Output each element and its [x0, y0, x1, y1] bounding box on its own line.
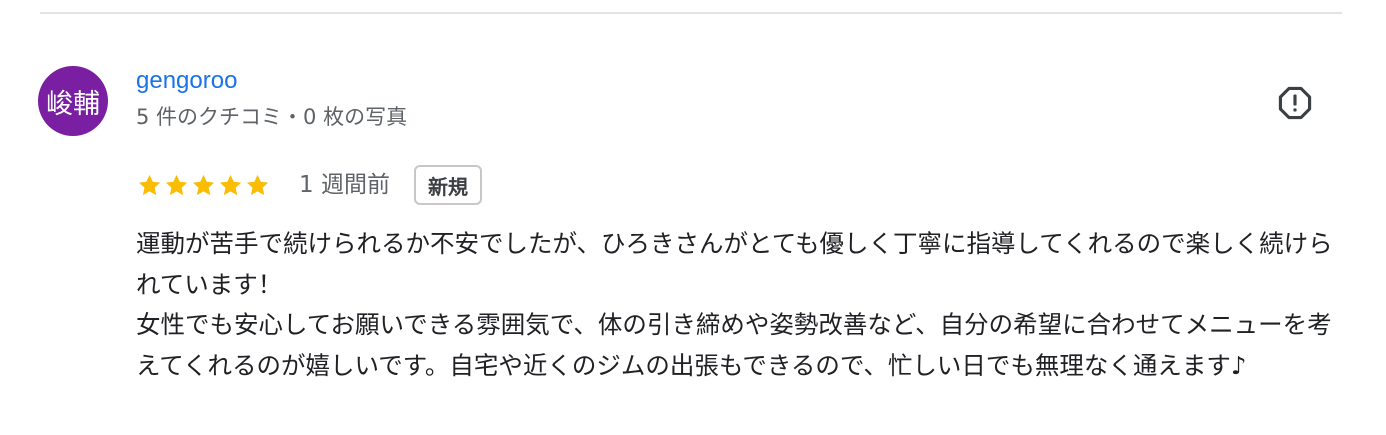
star-icon	[246, 174, 269, 195]
avatar-initials: 峻輔	[46, 88, 100, 120]
report-flag-icon	[1278, 86, 1312, 120]
report-review-button[interactable]	[1274, 82, 1316, 124]
new-review-badge: 新規	[413, 165, 482, 205]
star-icon	[219, 174, 242, 195]
star-rating	[136, 172, 271, 199]
star-icon	[165, 174, 188, 195]
author-name-link[interactable]: gengoroo	[136, 66, 237, 96]
star-icon	[138, 174, 161, 195]
star-icon	[192, 174, 215, 195]
review-date: 1 週間前	[299, 172, 390, 198]
review-text: 運動が苦手で続けられるか不安でしたが、ひろきさんがとても優しく丁寧に指導してくれ…	[136, 229, 1333, 380]
avatar[interactable]: 峻輔	[38, 66, 108, 136]
top-divider	[40, 12, 1342, 14]
author-review-count: 5 件のクチコミ・0 枚の写真	[136, 105, 408, 129]
rating-row: 1 週間前 新規	[136, 162, 482, 208]
